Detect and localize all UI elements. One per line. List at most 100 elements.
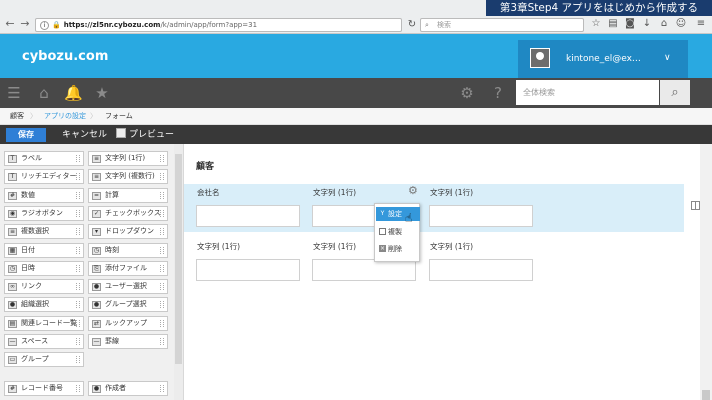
menu-icon[interactable]: ☰ — [5, 84, 23, 102]
drag-handle-icon[interactable] — [76, 191, 80, 199]
palette-item[interactable]: ∞ リンク — [4, 279, 84, 295]
palette-item[interactable]: # 数値 — [4, 187, 84, 203]
cancel-button[interactable]: キャンセル — [62, 128, 107, 142]
palette-item[interactable]: ▦ 日付 — [4, 242, 84, 258]
palette-item[interactable]: T ラベル — [4, 151, 84, 166]
smiley-icon[interactable]: ☺ — [674, 17, 688, 31]
settings-gear-icon[interactable]: ⚙ — [458, 84, 476, 102]
palette-item[interactable]: ◷ 時刻 — [88, 242, 168, 258]
drag-handle-icon[interactable] — [76, 319, 80, 327]
drag-handle-icon[interactable] — [160, 319, 164, 327]
company-name-field[interactable] — [196, 205, 300, 227]
drag-handle-icon[interactable] — [76, 173, 80, 181]
text-field[interactable] — [429, 205, 533, 227]
cybozu-logo[interactable]: cybozu.com — [22, 49, 108, 64]
palette-item[interactable]: — スペース — [4, 334, 84, 349]
drag-handle-icon[interactable] — [160, 246, 164, 254]
menu-item-delete[interactable]: × 削除 — [376, 242, 420, 256]
scrollbar-thumb[interactable] — [175, 154, 182, 364]
palette-item[interactable]: ≡ 複数選択 — [4, 224, 84, 240]
drag-handle-icon[interactable] — [76, 356, 80, 364]
drag-handle-icon[interactable] — [160, 338, 164, 345]
palette-item[interactable]: ● 組織選択 — [4, 297, 84, 313]
save-button[interactable]: 保存 — [6, 128, 46, 142]
url-bar[interactable]: i 🔒 https://zl5nr.cybozu.com/k/admin/app/f… — [35, 18, 402, 32]
text-field[interactable] — [429, 259, 533, 281]
text-field[interactable] — [312, 259, 416, 281]
global-search-input[interactable]: 全体検索 — [516, 80, 659, 105]
favorites-star-icon[interactable]: ★ — [93, 84, 111, 102]
palette-item[interactable]: # レコード番号 — [4, 381, 84, 396]
palette-item[interactable]: ▭ グループ — [4, 352, 84, 368]
scrollbar-thumb[interactable] — [702, 390, 710, 400]
palette-item[interactable]: ⎘ 添付ファイル — [88, 260, 168, 276]
menu-item-duplicate[interactable]: 複製 — [376, 225, 420, 239]
palette-scrollbar[interactable] — [174, 144, 183, 400]
help-icon[interactable]: ? — [489, 84, 507, 102]
drag-handle-icon[interactable] — [160, 191, 164, 199]
drag-handle-icon[interactable] — [76, 155, 80, 162]
field-gear-icon[interactable]: ⚙ — [408, 185, 418, 197]
user-name[interactable]: kintone_el@ex… — [566, 54, 641, 64]
bookmark-star-icon[interactable]: ☆ — [589, 17, 603, 31]
drag-handle-icon[interactable] — [160, 228, 164, 236]
global-search-button[interactable]: ⌕ — [660, 80, 690, 105]
palette-item[interactable]: ▾ ドロップダウン — [88, 224, 168, 240]
home-icon[interactable]: ⌂ — [657, 17, 671, 31]
home-portal-icon[interactable]: ⌂ — [35, 84, 53, 102]
palette-item[interactable]: T リッチエディター — [4, 169, 84, 185]
avatar[interactable] — [530, 48, 550, 68]
palette-item[interactable]: ● ユーザー選択 — [88, 279, 168, 295]
palette-item-label: スペース — [21, 337, 49, 345]
drag-handle-icon[interactable] — [76, 385, 80, 392]
drag-handle-icon[interactable] — [160, 301, 164, 309]
palette-item[interactable]: ▤ 関連レコード一覧 — [4, 315, 84, 331]
drag-handle-icon[interactable] — [76, 209, 80, 217]
drag-handle-icon[interactable] — [76, 301, 80, 309]
palette-item[interactable]: ◷ 日時 — [4, 260, 84, 276]
reload-icon[interactable]: ↻ — [405, 18, 419, 32]
palette-item[interactable]: ✓ チェックボックス — [88, 205, 168, 221]
drag-handle-icon[interactable] — [160, 264, 164, 272]
drag-handle-icon[interactable] — [160, 385, 164, 392]
breadcrumb-app[interactable]: 顧客 — [10, 108, 24, 125]
palette-item-label: 添付ファイル — [105, 263, 147, 272]
info-icon[interactable]: i — [40, 20, 49, 30]
palette-item[interactable]: ≡ 文字列 (複数行) — [88, 169, 168, 185]
field-type-icon: ◷ — [92, 246, 101, 255]
reading-list-icon[interactable]: ▤ — [606, 17, 620, 31]
pocket-icon[interactable]: ◙ — [623, 17, 637, 31]
download-icon[interactable]: ↓ — [640, 17, 654, 31]
drag-handle-icon[interactable] — [76, 283, 80, 291]
drag-handle-icon[interactable] — [160, 283, 164, 291]
drag-handle-icon[interactable] — [76, 246, 80, 254]
palette-item-label: ユーザー選択 — [105, 282, 147, 291]
hamburger-menu-icon[interactable]: ≡ — [694, 17, 708, 31]
palette-item[interactable]: = 計算 — [88, 187, 168, 203]
palette-item[interactable]: ◉ ラジオボタン — [4, 205, 84, 221]
drag-handle-icon[interactable] — [160, 173, 164, 181]
text-field[interactable] — [196, 259, 300, 281]
forward-icon[interactable]: → — [18, 18, 32, 30]
drag-handle-icon[interactable] — [160, 155, 164, 162]
breadcrumb-app-settings[interactable]: アプリの設定 — [44, 108, 86, 125]
field-context-menu: Y 設定 複製 × 削除 — [374, 203, 420, 262]
browser-search-input[interactable]: ⌕ 検索 — [420, 18, 584, 32]
palette-item[interactable]: ● グループ選択 — [88, 297, 168, 313]
palette-item[interactable]: — 罫線 — [88, 334, 168, 349]
drag-handle-icon[interactable] — [76, 264, 80, 272]
palette-item[interactable]: ≡ 文字列 (1行) — [88, 151, 168, 166]
drag-handle-icon[interactable] — [160, 209, 164, 217]
preview-button[interactable]: プレビュー — [116, 128, 174, 142]
drag-handle-icon[interactable] — [76, 338, 80, 345]
palette-item[interactable]: ● 作成者 — [88, 381, 168, 396]
chevron-down-icon[interactable]: ∨ — [664, 53, 671, 63]
notification-bell-icon[interactable]: 🔔 — [64, 84, 83, 102]
preview-label: プレビュー — [129, 130, 175, 140]
back-icon[interactable]: ← — [3, 18, 17, 30]
palette-item-label: レコード番号 — [21, 384, 63, 392]
menu-item-settings[interactable]: Y 設定 — [376, 207, 420, 221]
drag-handle-icon[interactable] — [76, 228, 80, 236]
form-scrollbar[interactable] — [700, 144, 712, 400]
palette-item[interactable]: ⇄ ルックアップ — [88, 315, 168, 331]
